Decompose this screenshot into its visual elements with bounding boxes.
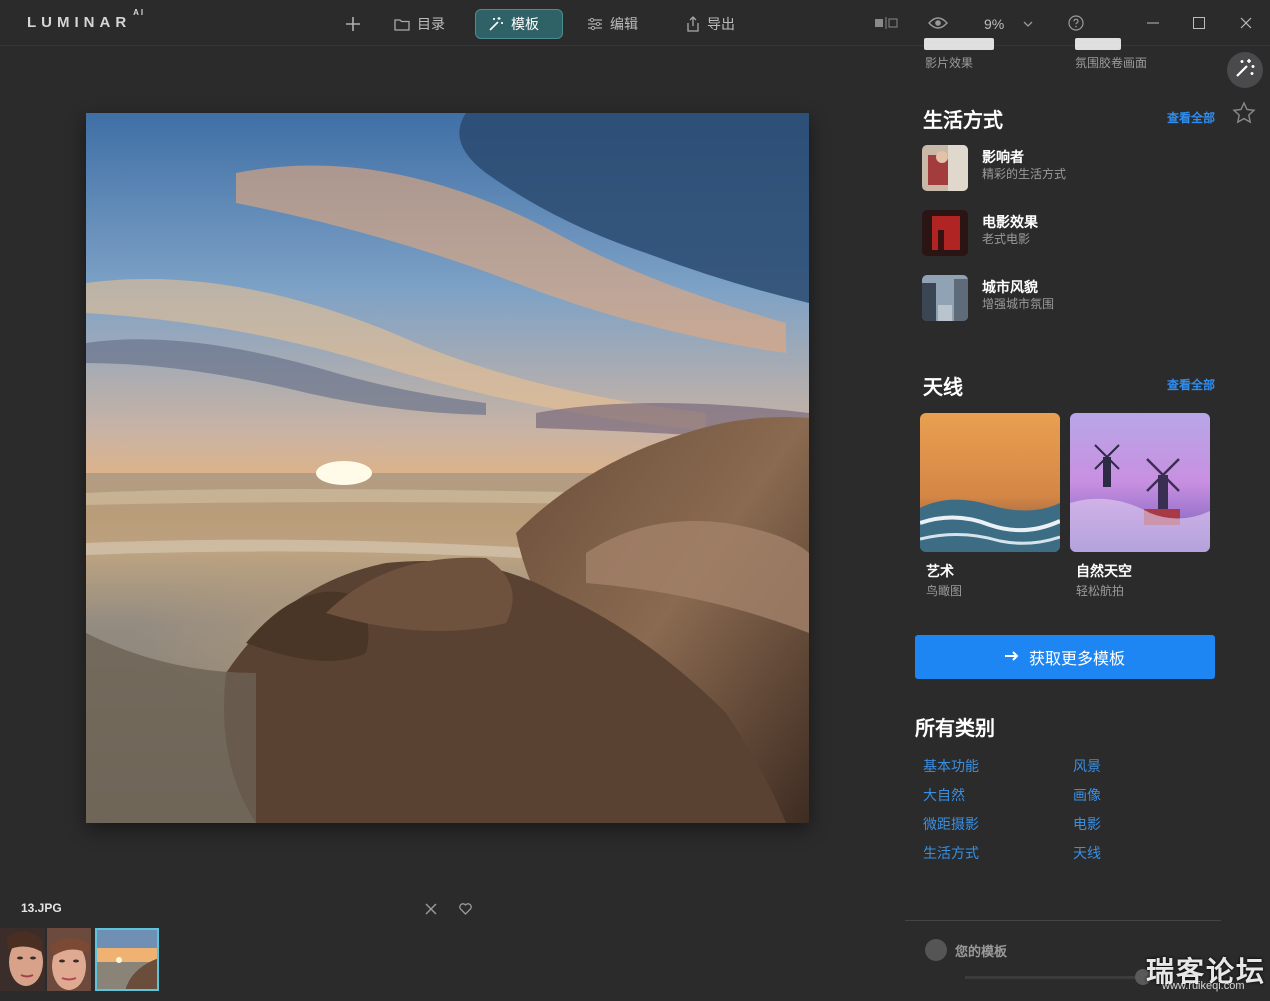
filmstrip-thumb-selected[interactable] xyxy=(95,928,159,991)
category-link[interactable]: 风景 xyxy=(1073,756,1101,776)
sliders-icon xyxy=(587,17,603,31)
get-more-templates-button[interactable]: 获取更多模板 xyxy=(915,635,1215,679)
template-title: 电影效果 xyxy=(982,214,1038,230)
filmstrip-thumb[interactable] xyxy=(0,928,45,991)
template-card-subtitle: 轻松航拍 xyxy=(1076,584,1125,598)
template-item[interactable]: 城市风貌 增强城市氛围 xyxy=(922,275,1202,323)
section-title-lifestyle: 生活方式 xyxy=(923,110,1003,132)
watermark-url: www.ruikeqi.com xyxy=(1162,980,1245,992)
filename-label: 13.JPG xyxy=(21,901,62,915)
magic-wand-icon xyxy=(488,16,504,32)
app-logo-text: LUMINAR xyxy=(27,14,132,31)
help-icon[interactable] xyxy=(1067,14,1085,32)
tab-templates[interactable]: 模板 xyxy=(475,9,563,39)
template-item[interactable]: 电影效果 老式电影 xyxy=(922,210,1202,258)
template-card[interactable]: 自然天空 轻松航拍 xyxy=(1070,413,1210,599)
heart-icon[interactable] xyxy=(459,902,472,920)
template-card[interactable]: 艺术 鸟瞰图 xyxy=(920,413,1060,599)
slider-track[interactable] xyxy=(965,976,1145,979)
category-link[interactable]: 基本功能 xyxy=(923,756,979,776)
cutoff-subtitle-right: 氛围胶卷画面 xyxy=(1075,56,1148,70)
app-logo: LUMINARAI xyxy=(27,8,145,31)
tab-catalog[interactable]: 目录 xyxy=(382,9,457,39)
template-thumb xyxy=(922,145,968,191)
see-all-sky-link[interactable]: 查看全部 xyxy=(1167,376,1215,393)
zoom-select[interactable]: 9% xyxy=(980,9,1037,39)
category-link[interactable]: 电影 xyxy=(1073,814,1101,834)
get-more-templates-label: 获取更多模板 xyxy=(1028,651,1125,668)
magic-wand-icon xyxy=(1234,57,1256,84)
cutoff-subtitle-left: 影片效果 xyxy=(925,56,974,70)
star-icon[interactable] xyxy=(1232,101,1256,130)
zoom-value: 9% xyxy=(984,16,1005,32)
template-subtitle: 老式电影 xyxy=(982,232,1031,246)
template-thumb xyxy=(922,210,968,256)
cutoff-title xyxy=(924,38,994,50)
tab-templates-label: 模板 xyxy=(511,16,539,32)
template-card-image xyxy=(920,413,1060,552)
tab-export-label: 导出 xyxy=(707,16,735,32)
arrow-right-icon xyxy=(1004,648,1019,666)
avatar xyxy=(925,939,947,961)
main-photo[interactable] xyxy=(86,113,809,823)
template-subtitle: 精彩的生活方式 xyxy=(982,167,1067,181)
category-link[interactable]: 画像 xyxy=(1073,785,1101,805)
cutoff-title xyxy=(1075,38,1121,50)
category-link[interactable]: 微距摄影 xyxy=(923,814,979,834)
category-link[interactable]: 生活方式 xyxy=(923,843,979,863)
section-title-categories: 所有类别 xyxy=(915,718,995,740)
filmstrip-thumb[interactable] xyxy=(47,928,91,991)
see-all-lifestyle-link[interactable]: 查看全部 xyxy=(1167,109,1215,126)
close-icon[interactable] xyxy=(1237,14,1255,32)
ai-enhance-button[interactable] xyxy=(1227,52,1263,88)
template-card-title: 自然天空 xyxy=(1076,563,1132,579)
share-icon xyxy=(686,16,700,32)
category-link[interactable]: 天线 xyxy=(1073,843,1101,863)
maximize-icon[interactable] xyxy=(1190,14,1208,32)
folder-icon xyxy=(394,18,410,31)
template-thumb xyxy=(922,275,968,321)
close-icon[interactable] xyxy=(425,902,437,920)
chevron-down-icon xyxy=(1023,21,1033,27)
your-templates-label: 您的模板 xyxy=(955,943,1008,959)
templates-panel: 影片效果 氛围胶卷画面 生活方式 查看全部 影响者 精彩的生活方式 电影效果 老… xyxy=(905,38,1225,1001)
section-title-sky: 天线 xyxy=(923,377,963,399)
tab-export[interactable]: 导出 xyxy=(674,9,747,39)
template-subtitle: 增强城市氛围 xyxy=(982,297,1055,311)
tab-edit-label: 编辑 xyxy=(610,16,638,32)
template-item[interactable]: 影响者 精彩的生活方式 xyxy=(922,145,1202,193)
category-link[interactable]: 大自然 xyxy=(923,785,965,805)
template-card-title: 艺术 xyxy=(926,563,954,579)
add-icon[interactable] xyxy=(342,13,364,35)
eye-icon[interactable] xyxy=(926,14,950,32)
minimize-icon[interactable] xyxy=(1144,14,1162,32)
compare-icon[interactable] xyxy=(873,14,899,32)
tab-catalog-label: 目录 xyxy=(417,16,445,32)
template-card-subtitle: 鸟瞰图 xyxy=(926,584,963,598)
your-templates-toggle[interactable]: 您的模板 xyxy=(925,939,1007,961)
divider xyxy=(905,920,1221,921)
tab-edit[interactable]: 编辑 xyxy=(575,9,650,39)
app-logo-suffix: AI xyxy=(133,8,146,17)
template-card-image xyxy=(1070,413,1210,552)
template-title: 城市风貌 xyxy=(982,279,1038,295)
template-title: 影响者 xyxy=(982,149,1024,165)
